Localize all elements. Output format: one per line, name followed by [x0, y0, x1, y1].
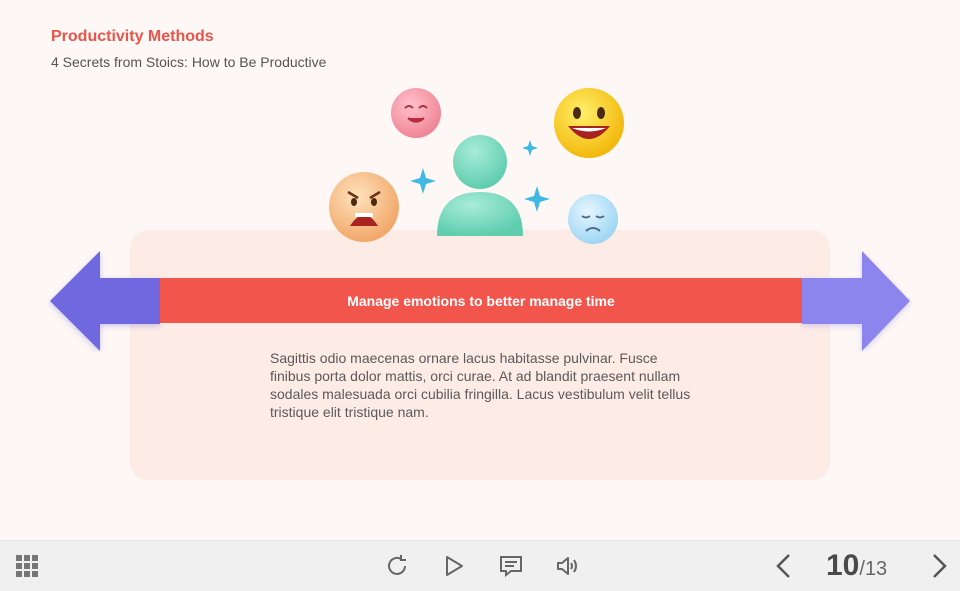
slide: Productivity Methods 4 Secrets from Stoi…	[0, 0, 960, 540]
page-current: 10	[826, 549, 860, 582]
laughing-face-icon	[554, 88, 624, 158]
emotions-illustration	[329, 88, 624, 244]
sad-face-icon	[568, 194, 618, 244]
frightened-face-icon	[329, 172, 399, 242]
player-toolbar: 10 / 13	[0, 540, 960, 591]
prev-icon[interactable]	[770, 552, 798, 580]
body-paragraph: Sagittis odio maecenas ornare lacus habi…	[270, 350, 691, 420]
emotion-banner: Manage emotions to better manage time	[160, 278, 802, 323]
replay-icon[interactable]	[383, 552, 411, 580]
volume-icon[interactable]	[554, 552, 582, 580]
play-icon[interactable]	[440, 552, 468, 580]
notes-icon[interactable]	[497, 552, 525, 580]
page-counter: 10 / 13	[826, 549, 887, 583]
smiling-face-icon	[391, 88, 441, 138]
menu-grid-icon[interactable]	[13, 552, 41, 580]
page-title: Productivity Methods	[51, 28, 214, 45]
next-arrow-icon[interactable]	[800, 250, 915, 352]
page-subtitle: 4 Secrets from Stoics: How to Be Product…	[51, 54, 327, 70]
next-icon[interactable]	[925, 552, 953, 580]
previous-arrow-icon[interactable]	[48, 250, 163, 352]
page-total: 13	[864, 558, 888, 580]
person-icon	[437, 135, 523, 236]
